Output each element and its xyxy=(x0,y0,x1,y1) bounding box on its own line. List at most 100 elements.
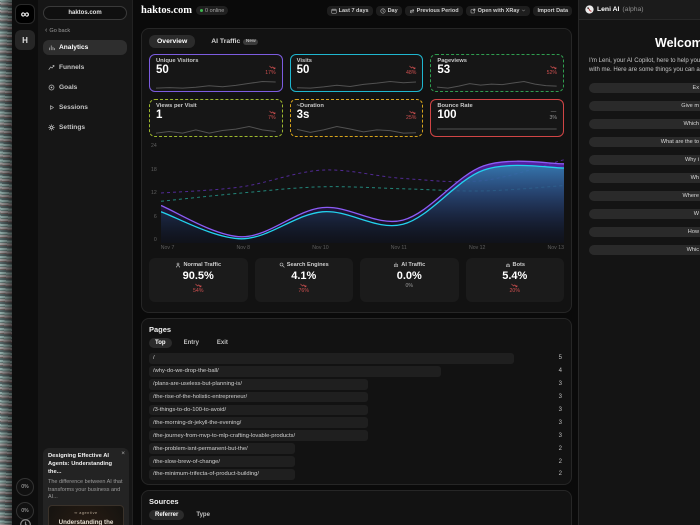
nav-item-icon xyxy=(48,124,55,131)
copilot-suggestions: Ex Give m Which What are the to Why i xyxy=(579,83,700,255)
sidebar-nav-item[interactable]: Funnels xyxy=(43,60,127,75)
overview-panel: Overview AI Traffic New Unique Visitors xyxy=(141,28,572,313)
suggestion-pill[interactable]: Ex xyxy=(589,83,700,93)
page-bar: / xyxy=(149,353,514,364)
sidebar-nav-item[interactable]: Goals xyxy=(43,80,127,95)
traffic-stat-card[interactable]: Bots 5.4% 20% xyxy=(466,258,565,302)
suggestion-pill[interactable]: Which xyxy=(589,119,700,129)
toolbar-button[interactable]: Previous Period xyxy=(405,6,463,16)
suggestion-pill[interactable]: Give m xyxy=(589,101,700,111)
go-back-link[interactable]: ‹ Go back xyxy=(45,27,125,34)
page-row[interactable]: /the-morning-dr-jekyll-the-evening/ 3 xyxy=(149,417,564,428)
page-row[interactable]: / 5 xyxy=(149,353,564,364)
nav-item-label: Settings xyxy=(59,124,85,131)
y-tick: 12 xyxy=(151,190,157,196)
traffic-type-delta: 20% xyxy=(510,283,520,294)
stat-delta: 52% xyxy=(547,65,557,76)
page-path: /3-things-to-do-100-to-avoid/ xyxy=(153,407,226,413)
view-tab[interactable]: Overview xyxy=(149,35,195,48)
stat-card[interactable]: ~Duration 3s 25% xyxy=(290,99,424,137)
traffic-stat-card[interactable]: AI Traffic 0.0% 0% xyxy=(360,258,459,302)
page-row[interactable]: /3-things-to-do-100-to-avoid/ 3 xyxy=(149,405,564,416)
chart-x-axis: Nov 7Nov 8Nov 10Nov 11Nov 12Nov 13 xyxy=(161,245,564,251)
usage-badge[interactable]: 0% xyxy=(16,478,34,496)
suggestion-pill[interactable]: What are the to xyxy=(589,137,700,147)
page-bar: /plans-are-useless-but-planning-is/ xyxy=(149,379,368,390)
pages-tab[interactable]: Exit xyxy=(211,338,234,348)
nav-item-icon xyxy=(48,44,55,51)
online-dot xyxy=(200,9,203,12)
toolbar-button-label: Last 7 days xyxy=(339,8,369,14)
suggestion-pill[interactable]: Whic xyxy=(589,245,700,255)
traffic-stat-card[interactable]: Search Engines 4.1% 76% xyxy=(255,258,354,302)
toolbar: Last 7 days Day Previous Period xyxy=(327,6,572,16)
suggestion-pill[interactable]: Why i xyxy=(589,155,700,165)
stat-cards: Unique Visitors 50 17% Visits xyxy=(149,54,564,137)
pages-tab[interactable]: Entry xyxy=(178,338,205,348)
site-switcher-button[interactable]: haktos.com xyxy=(43,6,127,20)
page-count: 2 xyxy=(559,471,564,477)
toolbar-button[interactable]: Open with XRay xyxy=(466,6,531,16)
app-logo-button[interactable]: ∞ xyxy=(15,4,35,24)
toolbar-button-label: Import Data xyxy=(537,8,568,14)
stat-card[interactable]: Pageviews 53 52% xyxy=(430,54,564,92)
topbar: haktos.com 0 online Last 7 days Da xyxy=(133,0,578,21)
suggestion-label: Whic xyxy=(687,247,699,253)
traffic-type-stats: Normal Traffic 90.5% 54% Search Engines xyxy=(149,258,564,302)
traffic-stat-card[interactable]: Normal Traffic 90.5% 54% xyxy=(149,258,248,302)
page-path: /the-minimum-trifecta-of-product-buildin… xyxy=(153,471,259,477)
suggestion-pill[interactable]: W xyxy=(589,209,700,219)
stat-card[interactable]: Bounce Rate 100 — 3% xyxy=(430,99,564,137)
x-tick: Nov 11 xyxy=(391,245,407,251)
suggestion-pill[interactable]: Wh xyxy=(589,173,700,183)
stat-card[interactable]: Unique Visitors 50 17% xyxy=(149,54,283,92)
notification-thumbnail[interactable]: ∞ agentive Understanding the Architectur… xyxy=(48,505,124,525)
sources-tab[interactable]: Type xyxy=(190,510,216,520)
toolbar-button[interactable]: Day xyxy=(376,6,402,16)
traffic-type-icon xyxy=(279,262,285,268)
sidebar-nav-item[interactable]: Settings xyxy=(43,120,127,135)
stat-value: 3s xyxy=(297,110,310,122)
view-tab-label: Overview xyxy=(157,38,187,45)
toolbar-button[interactable]: Import Data xyxy=(533,6,572,16)
pages-tab[interactable]: Top xyxy=(149,338,172,348)
page-row[interactable]: /the-minimum-trifecta-of-product-buildin… xyxy=(149,469,564,480)
y-tick: 24 xyxy=(151,143,157,149)
stat-delta: 7% xyxy=(268,110,276,121)
suggestion-pill[interactable]: Where xyxy=(589,191,700,201)
x-tick: Nov 7 xyxy=(161,245,175,251)
workspace-avatar[interactable]: H xyxy=(15,30,35,50)
page-row[interactable]: /the-slow-brew-of-change/ 2 xyxy=(149,456,564,467)
page-count: 2 xyxy=(559,459,564,465)
page-row[interactable]: /plans-are-useless-but-planning-is/ 3 xyxy=(149,379,564,390)
y-tick: 0 xyxy=(154,237,157,243)
page-bar: /the-journey-from-mvp-to-mlp-crafting-lo… xyxy=(149,430,368,441)
traffic-type-value: 0.0% xyxy=(397,270,422,282)
traffic-type-delta-pct: 0% xyxy=(406,284,414,289)
history-icon[interactable] xyxy=(19,518,32,525)
suggestion-label: What are the to xyxy=(661,139,699,145)
stat-delta-pct: 3% xyxy=(550,116,558,121)
sources-tab[interactable]: Referrer xyxy=(149,510,184,520)
page-count: 4 xyxy=(559,368,564,374)
stat-card[interactable]: Visits 50 48% xyxy=(290,54,424,92)
page-row[interactable]: /the-journey-from-mvp-to-mlp-crafting-lo… xyxy=(149,430,564,441)
page-count: 5 xyxy=(559,355,564,361)
stat-card[interactable]: Views per Visit 1 7% xyxy=(149,99,283,137)
stat-value: 100 xyxy=(437,110,456,122)
suggestion-pill[interactable]: How xyxy=(589,227,700,237)
stat-label: Visits xyxy=(297,58,417,64)
view-tab[interactable]: AI Traffic New xyxy=(203,35,266,48)
y-tick: 18 xyxy=(151,167,157,173)
traffic-area-chart[interactable] xyxy=(161,143,564,243)
toolbar-button[interactable]: Last 7 days xyxy=(327,6,373,16)
page-row[interactable]: /the-problem-isnt-permanent-but-the/ 2 xyxy=(149,443,564,454)
close-icon[interactable]: × xyxy=(121,451,125,458)
traffic-type-icon xyxy=(505,262,511,268)
sidebar-nav-item[interactable]: Analytics xyxy=(43,40,127,55)
page-row[interactable]: /the-rise-of-the-holistic-entrepreneur/ … xyxy=(149,392,564,403)
x-tick: Nov 13 xyxy=(548,245,564,251)
sources-panel: Sources Referrer Type (direct) 5 xyxy=(141,490,572,525)
sidebar-nav-item[interactable]: Sessions xyxy=(43,100,127,115)
page-row[interactable]: /why-do-we-drop-the-ball/ 4 xyxy=(149,366,564,377)
